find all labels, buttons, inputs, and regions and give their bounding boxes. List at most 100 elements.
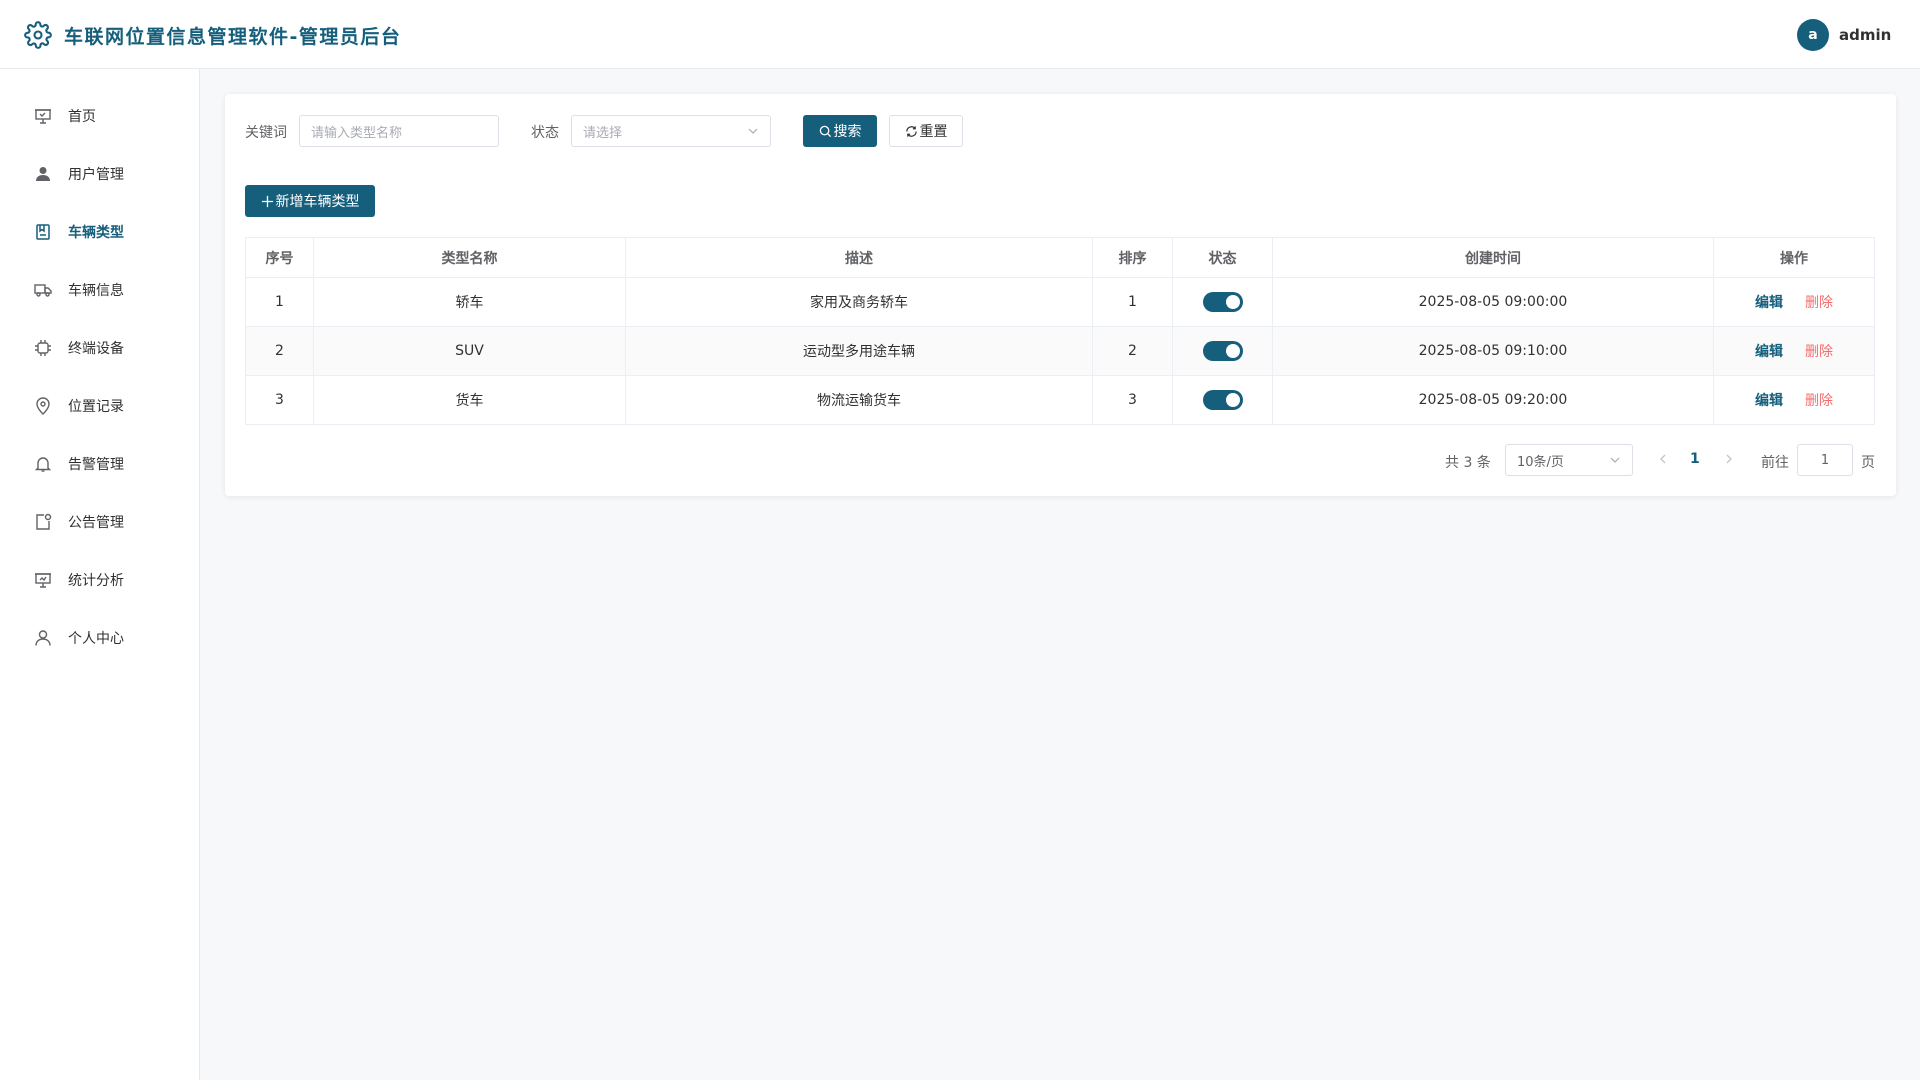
refresh-icon [905, 125, 917, 137]
truck-icon [34, 284, 52, 297]
sidebar-item-profile[interactable]: 个人中心 [0, 609, 199, 667]
page-size-select[interactable]: 10条/页 [1505, 444, 1633, 476]
delete-link[interactable]: 删除 [1805, 295, 1833, 311]
status-toggle[interactable] [1202, 292, 1243, 312]
toggle-knob [1225, 344, 1240, 358]
cell-sort: 3 [1092, 375, 1173, 425]
gear-icon [24, 21, 52, 49]
toggle-knob [1225, 393, 1240, 407]
toggle-knob [1225, 295, 1240, 309]
user-icon [36, 167, 50, 181]
keyword-placeholder: 请输入类型名称 [311, 125, 403, 141]
chip-icon [35, 340, 51, 356]
cell-status [1172, 375, 1273, 425]
cell-name: SUV [313, 326, 626, 376]
sidebar-item-label: 车辆信息 [68, 283, 124, 299]
add-button-label: 新增车辆类型 [275, 194, 360, 210]
table-header-row: 序号 类型名称 描述 排序 状态 创建时间 操作 [245, 237, 1875, 278]
vehicle-type-table: 序号 类型名称 描述 排序 状态 创建时间 操作 1 轿车 家用及商务轿车 1 … [245, 237, 1875, 425]
chevron-down-icon [1610, 457, 1620, 463]
status-label: 状态 [531, 125, 559, 141]
chevron-left-icon[interactable] [1656, 452, 1670, 466]
user-outline-icon [35, 630, 51, 646]
chevron-down-icon [748, 128, 758, 134]
sidebar-item-home[interactable]: 首页 [0, 87, 199, 145]
edit-link[interactable]: 编辑 [1755, 344, 1783, 360]
sidebar-item-notices[interactable]: 公告管理 [0, 493, 199, 551]
column-header-description: 描述 [625, 237, 1093, 278]
delete-link[interactable]: 删除 [1805, 393, 1833, 409]
search-button[interactable]: 搜索 [803, 115, 877, 147]
cell-sort: 2 [1092, 326, 1173, 376]
sidebar-item-label: 个人中心 [68, 631, 124, 647]
cell-index: 2 [245, 326, 314, 376]
top-header: 车联网位置信息管理软件-管理员后台 a admin [0, 0, 1920, 69]
cell-status [1172, 326, 1273, 376]
sidebar: 首页 用户管理 车辆类型 车辆信息 终端设备 位置记录 告警管理 公告管理 统计… [0, 69, 200, 1080]
delete-link[interactable]: 删除 [1805, 344, 1833, 360]
cell-actions: 编辑 删除 [1713, 375, 1875, 425]
add-vehicle-type-button[interactable]: 新增车辆类型 [245, 185, 375, 217]
column-header-index: 序号 [245, 237, 314, 278]
page-size-value: 10条/页 [1517, 454, 1564, 470]
column-header-name: 类型名称 [313, 237, 626, 278]
edit-link[interactable]: 编辑 [1755, 393, 1783, 409]
table-row: 2 SUV 运动型多用途车辆 2 2025-08-05 09:10:00 编辑 删… [245, 326, 1875, 376]
sidebar-item-label: 告警管理 [68, 457, 124, 473]
sidebar-item-terminal-devices[interactable]: 终端设备 [0, 319, 199, 377]
sidebar-item-vehicle-types[interactable]: 车辆类型 [0, 203, 199, 261]
plus-icon [261, 195, 273, 207]
reset-button-label: 重置 [919, 124, 948, 140]
column-header-status: 状态 [1172, 237, 1273, 278]
search-icon [819, 125, 831, 137]
chevron-right-icon[interactable] [1722, 452, 1736, 466]
status-toggle[interactable] [1202, 341, 1243, 361]
table-row: 1 轿车 家用及商务轿车 1 2025-08-05 09:00:00 编辑 删除 [245, 277, 1875, 327]
chart-icon [35, 573, 51, 588]
location-icon [36, 397, 50, 415]
cell-description: 家用及商务轿车 [625, 277, 1093, 327]
cell-index: 1 [245, 277, 314, 327]
reset-button[interactable]: 重置 [889, 115, 963, 147]
cell-sort: 1 [1092, 277, 1173, 327]
status-toggle[interactable] [1202, 390, 1243, 410]
sidebar-item-label: 公告管理 [68, 515, 124, 531]
goto-page-input[interactable] [1797, 444, 1853, 476]
column-header-created: 创建时间 [1272, 237, 1714, 278]
cell-actions: 编辑 删除 [1713, 326, 1875, 376]
sidebar-item-statistics[interactable]: 统计分析 [0, 551, 199, 609]
search-button-label: 搜索 [833, 124, 862, 140]
sidebar-item-vehicle-info[interactable]: 车辆信息 [0, 261, 199, 319]
keyword-label: 关键词 [245, 125, 287, 141]
notice-icon [36, 513, 52, 530]
pagination-total: 共 3 条 [1445, 455, 1491, 471]
sidebar-item-label: 位置记录 [68, 399, 124, 415]
pagination-page-1[interactable]: 1 [1690, 451, 1700, 467]
edit-link[interactable]: 编辑 [1755, 295, 1783, 311]
app-title: 车联网位置信息管理软件-管理员后台 [64, 26, 402, 48]
sidebar-item-label: 首页 [68, 109, 96, 125]
cell-created: 2025-08-05 09:10:00 [1272, 326, 1714, 376]
sidebar-item-label: 车辆类型 [68, 225, 124, 241]
cell-name: 货车 [313, 375, 626, 425]
home-icon [35, 109, 51, 124]
avatar[interactable]: a [1797, 19, 1829, 51]
sidebar-item-label: 用户管理 [68, 167, 124, 183]
cell-description: 运动型多用途车辆 [625, 326, 1093, 376]
column-header-sort: 排序 [1092, 237, 1173, 278]
table-row: 3 货车 物流运输货车 3 2025-08-05 09:20:00 编辑 删除 [245, 375, 1875, 425]
goto-label: 前往 [1761, 455, 1789, 471]
bell-icon [34, 457, 52, 472]
cell-index: 3 [245, 375, 314, 425]
keyword-input[interactable]: 请输入类型名称 [299, 115, 499, 147]
cell-actions: 编辑 删除 [1713, 277, 1875, 327]
sidebar-item-location-records[interactable]: 位置记录 [0, 377, 199, 435]
cell-created: 2025-08-05 09:20:00 [1272, 375, 1714, 425]
column-header-actions: 操作 [1713, 237, 1875, 278]
username[interactable]: admin [1839, 26, 1891, 44]
status-placeholder: 请选择 [583, 125, 623, 141]
sidebar-item-users[interactable]: 用户管理 [0, 145, 199, 203]
cell-name: 轿车 [313, 277, 626, 327]
status-select[interactable]: 请选择 [571, 115, 771, 147]
sidebar-item-alerts[interactable]: 告警管理 [0, 435, 199, 493]
